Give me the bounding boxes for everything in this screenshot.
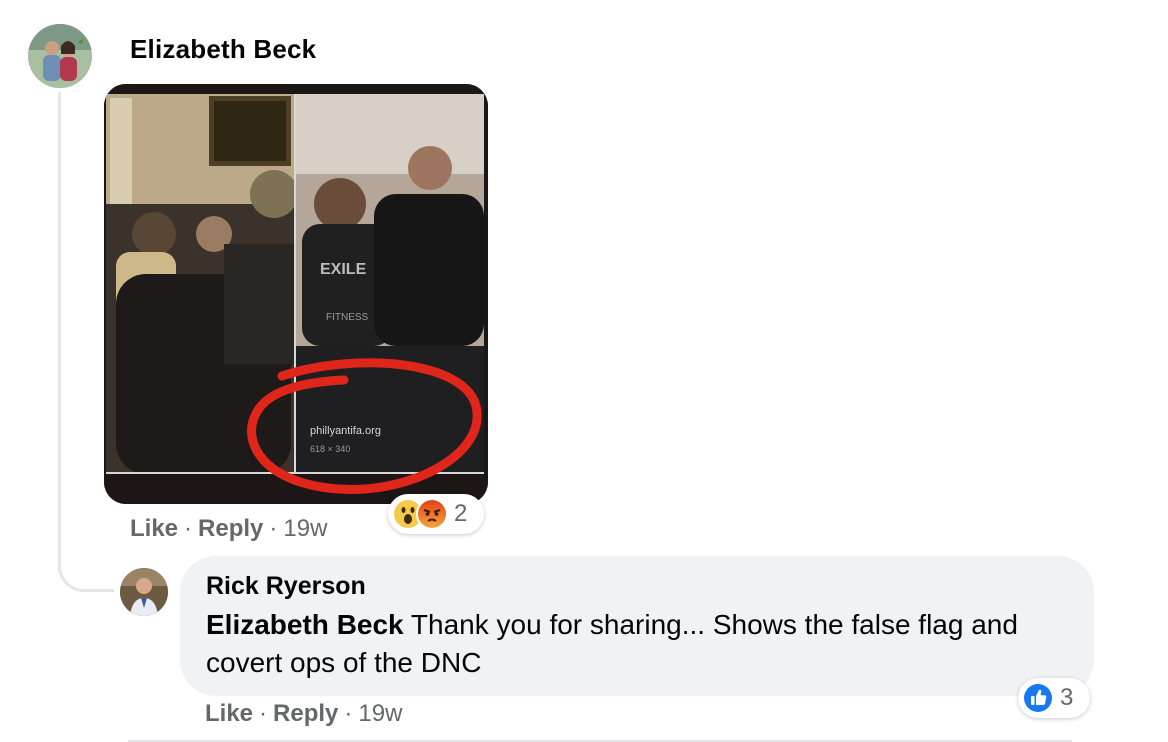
mention-link[interactable]: Elizabeth Beck bbox=[206, 609, 404, 640]
shirt-text: EXILE bbox=[320, 261, 367, 278]
reaction-count: 2 bbox=[454, 500, 468, 527]
separator: · bbox=[259, 700, 268, 727]
comment-author-name[interactable]: Rick Ryerson bbox=[206, 572, 366, 601]
thread-line bbox=[58, 92, 61, 572]
image-caption-size: 618 × 340 bbox=[310, 444, 350, 454]
separator: · bbox=[269, 515, 278, 542]
reply-comment-bubble: Rick Ryerson Elizabeth Beck Thank you fo… bbox=[180, 556, 1094, 696]
angry-icon bbox=[416, 498, 448, 530]
like-button[interactable]: Like bbox=[130, 515, 178, 542]
separator: · bbox=[344, 700, 353, 727]
comment-timestamp[interactable]: 19w bbox=[283, 515, 327, 542]
avatar-elizabeth-beck[interactable] bbox=[28, 24, 92, 88]
thread-line-curve bbox=[58, 560, 114, 592]
comment-timestamp[interactable]: 19w bbox=[358, 700, 402, 727]
comment-actions: Like · Reply · 19w bbox=[205, 700, 402, 728]
reply-button[interactable]: Reply bbox=[198, 515, 263, 542]
like-button[interactable]: Like bbox=[205, 700, 253, 727]
comment-author-name[interactable]: Elizabeth Beck bbox=[130, 34, 316, 65]
reaction-count: 3 bbox=[1060, 684, 1074, 711]
comment-text: Elizabeth Beck Thank you for sharing... … bbox=[206, 606, 1066, 682]
reaction-summary[interactable]: 3 bbox=[1018, 678, 1090, 718]
reaction-summary[interactable]: 2 bbox=[388, 494, 484, 534]
separator: · bbox=[184, 515, 193, 542]
avatar-rick-ryerson[interactable] bbox=[120, 568, 168, 616]
shirt-subtext: FITNESS bbox=[326, 312, 369, 323]
comment-photo[interactable]: EXILE FITNESS phillyantifa.org 618 × 340 bbox=[104, 84, 488, 504]
reply-button[interactable]: Reply bbox=[273, 700, 338, 727]
like-icon bbox=[1022, 682, 1054, 714]
image-caption-site: phillyantifa.org bbox=[310, 425, 381, 437]
comment-actions: Like · Reply · 19w bbox=[130, 515, 327, 543]
